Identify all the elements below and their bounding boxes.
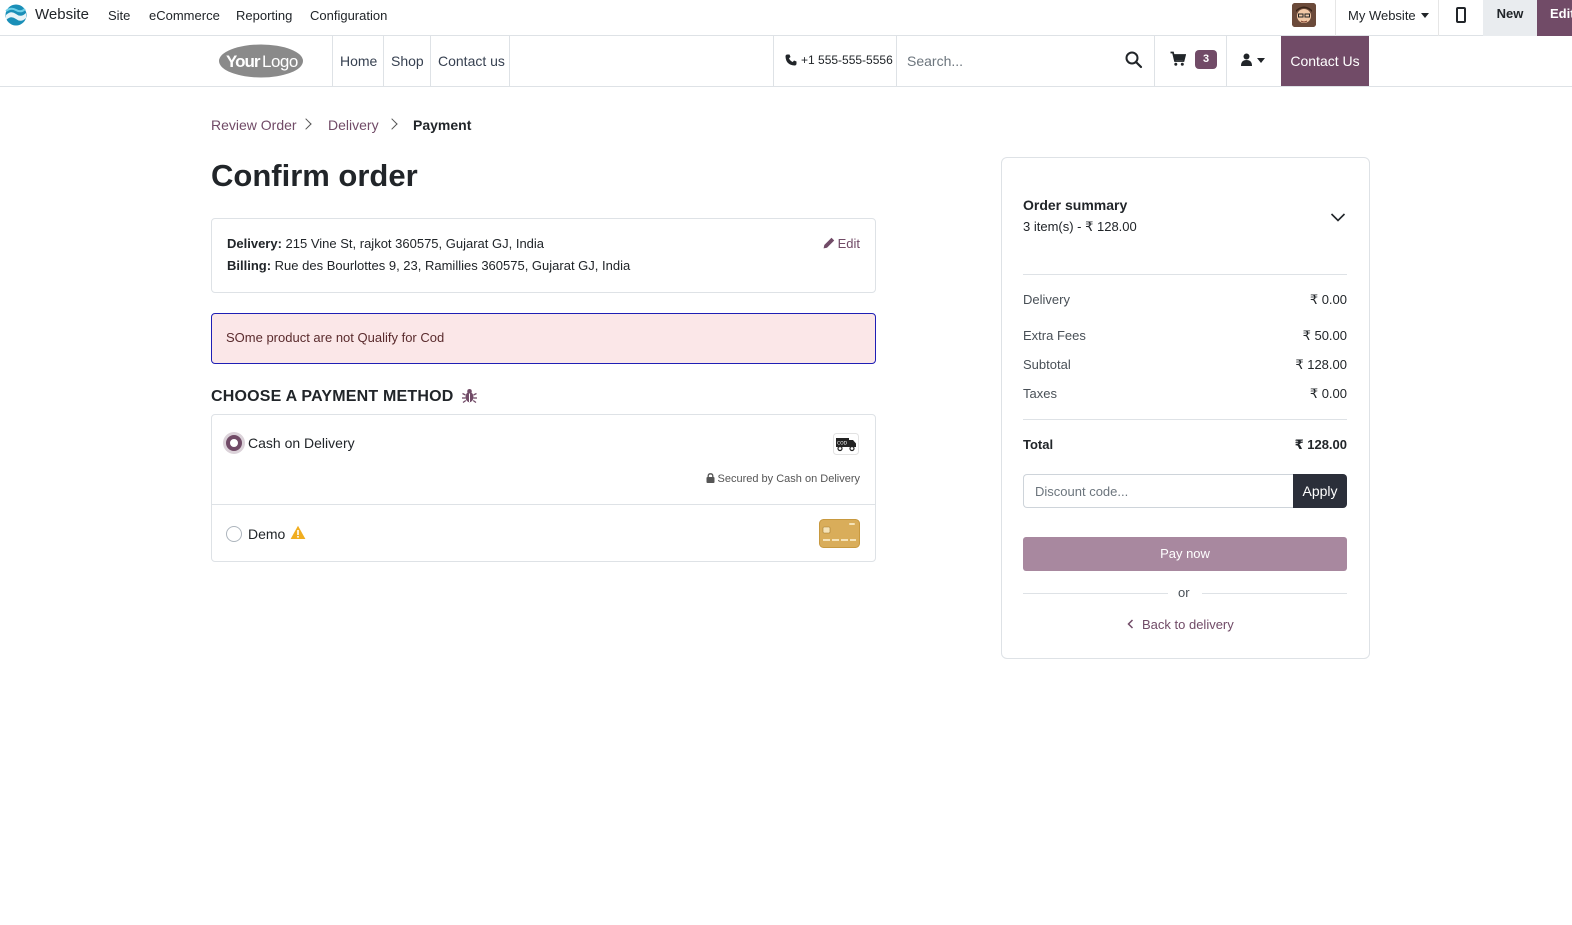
menu-reporting[interactable]: Reporting	[236, 8, 292, 23]
nav-shop[interactable]: Shop	[391, 53, 424, 69]
back-to-delivery-link[interactable]: Back to delivery	[1127, 617, 1234, 632]
billing-address: Billing: Rue des Bourlottes 9, 23, Ramil…	[227, 258, 631, 273]
website-switcher[interactable]: My Website	[1348, 8, 1429, 23]
nav-separator	[332, 36, 333, 86]
chevron-right-icon	[386, 118, 398, 130]
cod-radio[interactable]	[226, 435, 242, 451]
contact-us-button[interactable]: Contact Us	[1281, 36, 1369, 86]
nav-contact-us[interactable]: Contact us	[438, 53, 505, 69]
total-value: ₹ 128.00	[1294, 437, 1347, 452]
mobile-preview-icon[interactable]	[1456, 7, 1466, 23]
delivery-fee-value: ₹ 0.00	[1309, 292, 1347, 307]
pencil-icon	[823, 237, 834, 249]
nav-separator	[1226, 36, 1227, 86]
search-icon[interactable]	[1124, 50, 1144, 70]
subtotal-value: ₹ 128.00	[1295, 357, 1347, 372]
delivery-address: Delivery: 215 Vine St, rajkot 360575, Gu…	[227, 236, 545, 251]
svg-text:Logo: Logo	[262, 52, 298, 71]
order-summary-card: Order summary 3 item(s) - ₹ 128.00 Deliv…	[1001, 157, 1370, 659]
admin-separator	[1335, 0, 1336, 36]
edit-button[interactable]: Edit	[1537, 0, 1572, 36]
odoo-website-app-icon[interactable]	[5, 4, 27, 26]
nav-separator	[509, 36, 510, 86]
subtotal-label: Subtotal	[1023, 357, 1071, 372]
nav-separator	[896, 36, 897, 86]
discount-code-input[interactable]	[1023, 474, 1293, 508]
app-name[interactable]: Website	[35, 6, 89, 23]
caret-down-icon	[1257, 58, 1265, 63]
admin-navbar: Website Site eCommerce Reporting Configu…	[0, 0, 1572, 36]
phone-link[interactable]: +1 555-555-5556	[785, 53, 893, 67]
menu-ecommerce[interactable]: eCommerce	[149, 8, 220, 23]
demo-label[interactable]: Demo	[248, 526, 285, 542]
extra-fees-value: ₹ 50.00	[1302, 328, 1347, 343]
bug-icon[interactable]	[461, 387, 478, 404]
svg-text:Your: Your	[226, 52, 261, 71]
extra-fees-label: Extra Fees	[1023, 328, 1086, 343]
cod-warning-alert: SOme product are not Qualify for Cod	[211, 313, 876, 364]
total-label: Total	[1023, 437, 1054, 452]
nav-separator	[773, 36, 774, 86]
search-input[interactable]	[898, 44, 1124, 78]
or-divider-right	[1202, 593, 1347, 594]
chevron-right-icon	[300, 118, 312, 130]
nav-separator	[383, 36, 384, 86]
menu-site[interactable]: Site	[108, 8, 130, 23]
shopping-cart-icon[interactable]	[1170, 51, 1186, 67]
admin-separator	[1438, 0, 1439, 36]
breadcrumb-delivery[interactable]: Delivery	[328, 117, 379, 133]
order-summary-items: 3 item(s) - ₹ 128.00	[1023, 219, 1137, 234]
order-summary-title: Order summary	[1023, 197, 1128, 213]
credit-card-icon	[819, 519, 860, 548]
lock-icon	[706, 473, 715, 483]
user-avatar[interactable]	[1292, 3, 1316, 27]
or-divider-left	[1023, 593, 1168, 594]
svg-text:COD: COD	[837, 441, 848, 447]
address-card: Delivery: 215 Vine St, rajkot 360575, Gu…	[211, 218, 876, 293]
payment-methods-list: Cash on Delivery COD Secured by Cash on …	[211, 414, 876, 562]
taxes-label: Taxes	[1023, 386, 1057, 401]
nav-separator	[1154, 36, 1155, 86]
page-title: Confirm order	[211, 158, 418, 193]
company-logo[interactable]: Your Logo	[218, 43, 304, 79]
breadcrumb-payment: Payment	[413, 117, 472, 133]
chevron-left-icon	[1127, 619, 1134, 629]
summary-divider	[1023, 274, 1347, 275]
payment-method-heading: CHOOSE A PAYMENT METHOD	[211, 387, 478, 406]
pay-now-button[interactable]: Pay now	[1023, 537, 1347, 571]
delivery-truck-icon: COD	[833, 433, 859, 455]
menu-configuration[interactable]: Configuration	[310, 8, 387, 23]
chevron-down-icon[interactable]	[1330, 209, 1346, 225]
payment-divider	[212, 504, 875, 505]
warning-icon	[290, 525, 306, 539]
caret-down-icon	[1420, 13, 1429, 18]
summary-divider	[1023, 419, 1347, 420]
nav-home[interactable]: Home	[340, 53, 377, 69]
new-button[interactable]: New	[1483, 0, 1537, 36]
edit-address-link[interactable]: Edit	[823, 236, 860, 251]
delivery-fee-label: Delivery	[1023, 292, 1070, 307]
apply-discount-button[interactable]: Apply	[1293, 474, 1347, 508]
cart-count-badge[interactable]: 3	[1195, 50, 1217, 69]
user-icon	[1241, 53, 1252, 66]
breadcrumb-review-order[interactable]: Review Order	[211, 117, 297, 133]
site-header: Your Logo Home Shop Contact us +1 555-55…	[0, 36, 1572, 87]
phone-icon	[785, 54, 797, 66]
nav-separator	[430, 36, 431, 86]
taxes-value: ₹ 0.00	[1309, 386, 1347, 401]
user-menu[interactable]	[1241, 53, 1265, 69]
cod-label[interactable]: Cash on Delivery	[248, 435, 355, 451]
or-text: or	[1178, 585, 1190, 600]
demo-radio[interactable]	[226, 526, 242, 542]
secured-by-text: Secured by Cash on Delivery	[706, 473, 860, 485]
